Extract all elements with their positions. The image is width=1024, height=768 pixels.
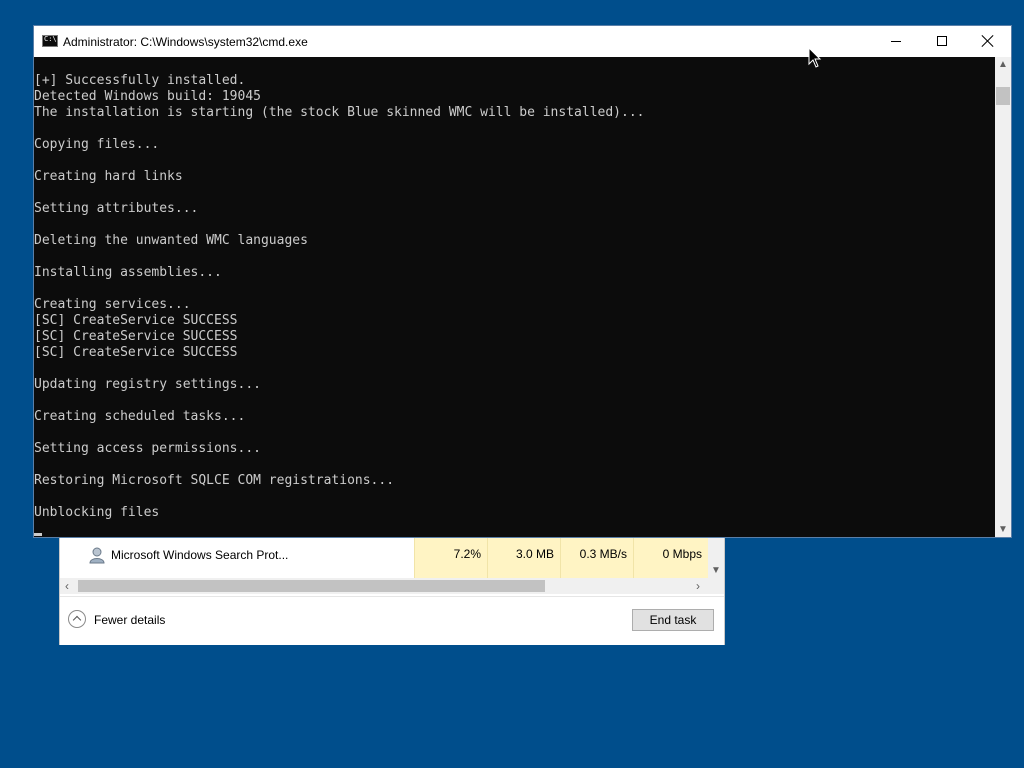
- console-line: [SC] CreateService SUCCESS: [34, 329, 238, 344]
- task-list-horizontal-scrollbar[interactable]: ‹ ›: [60, 578, 724, 594]
- maximize-icon: [937, 36, 947, 46]
- console-line: [SC] CreateService SUCCESS: [34, 313, 238, 328]
- network-cell: 0 Mbps: [633, 536, 708, 578]
- console-line: [SC] CreateService SUCCESS: [34, 345, 238, 360]
- console-line: Creating hard links: [34, 169, 183, 184]
- console-output[interactable]: [+] Successfully installed. Detected Wind…: [34, 57, 995, 537]
- window-title: Administrator: C:\Windows\system32\cmd.e…: [63, 35, 308, 49]
- console-line: Updating registry settings...: [34, 377, 261, 392]
- console-line: Restoring Microsoft SQLCE COM registrati…: [34, 473, 395, 488]
- cpu-cell: 7.2%: [414, 536, 487, 578]
- fewer-details-link[interactable]: Fewer details: [94, 613, 165, 627]
- scroll-right-arrow-icon[interactable]: ›: [696, 578, 700, 594]
- maximize-button[interactable]: [919, 26, 965, 57]
- scroll-down-arrow-icon[interactable]: ▼: [998, 524, 1008, 535]
- chevron-up-circle-icon[interactable]: [68, 610, 86, 628]
- mouse-pointer-icon: [808, 47, 822, 68]
- close-button[interactable]: [965, 26, 1011, 57]
- task-manager-footer: Fewer details End task: [60, 596, 724, 645]
- console-line: Detected Windows build: 19045: [34, 89, 261, 104]
- task-manager-window: Microsoft Windows Search Prot... 7.2% 3.…: [60, 520, 724, 645]
- scroll-left-arrow-icon[interactable]: ‹: [65, 578, 69, 594]
- scroll-down-arrow-icon[interactable]: ▼: [711, 565, 721, 576]
- text-cursor: [34, 533, 42, 536]
- console-line: Creating services...: [34, 297, 191, 312]
- console-line: Unblocking files: [34, 505, 160, 520]
- console-line: The installation is starting (the stock …: [34, 105, 645, 120]
- console-line: Setting attributes...: [34, 201, 199, 216]
- console-scroll-thumb[interactable]: [996, 87, 1010, 105]
- console-line: Copying files...: [34, 137, 160, 152]
- console-line: Setting access permissions...: [34, 441, 261, 456]
- console-line: Creating scheduled tasks...: [34, 409, 246, 424]
- memory-cell: 3.0 MB: [487, 536, 560, 578]
- scroll-up-arrow-icon[interactable]: ▲: [998, 59, 1008, 70]
- minimize-button[interactable]: [873, 26, 919, 57]
- end-task-button[interactable]: End task: [632, 609, 714, 631]
- process-row[interactable]: Microsoft Windows Search Prot... 7.2% 3.…: [60, 536, 708, 578]
- disk-cell: 0.3 MB/s: [560, 536, 633, 578]
- cmd-window[interactable]: Administrator: C:\Windows\system32\cmd.e…: [34, 26, 1011, 537]
- horizontal-scroll-thumb[interactable]: [78, 580, 545, 592]
- process-name: Microsoft Windows Search Prot...: [111, 548, 289, 562]
- console-lines: [+] Successfully installed. Detected Wind…: [34, 73, 644, 521]
- cmd-title-bar[interactable]: Administrator: C:\Windows\system32\cmd.e…: [34, 26, 1011, 57]
- task-list-vertical-scrollbar[interactable]: ▼: [708, 536, 724, 578]
- console-line: Deleting the unwanted WMC languages: [34, 233, 308, 248]
- console-line: Installing assemblies...: [34, 265, 222, 280]
- console-vertical-scrollbar[interactable]: ▲ ▼: [995, 57, 1011, 537]
- close-icon: [982, 35, 994, 47]
- console-line: [+] Successfully installed.: [34, 73, 246, 88]
- search-process-icon: [89, 547, 105, 564]
- cmd-icon[interactable]: [42, 35, 58, 47]
- minimize-icon: [891, 41, 901, 42]
